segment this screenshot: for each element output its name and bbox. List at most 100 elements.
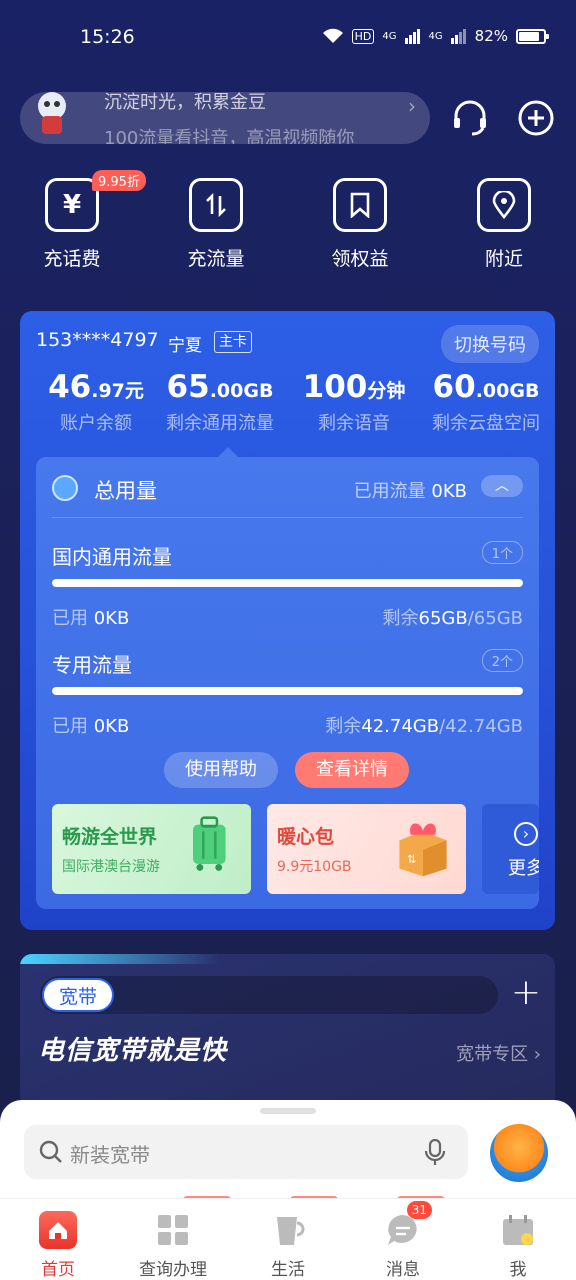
bottom-tab-bar: 首页 查询办理 生活 31 消息 我 — [0, 1198, 576, 1280]
cup-icon — [269, 1211, 307, 1249]
stat-label: 剩余通用流量 — [166, 413, 274, 434]
quick-label: 充话费 — [43, 248, 101, 270]
usage-notch — [218, 447, 238, 457]
usage-remain-row: 剩余65GB/65GB — [383, 604, 523, 630]
stat-label: 剩余语音 — [318, 413, 390, 434]
tab-label: 查询办理 — [139, 1260, 207, 1280]
used-label: 已用 — [52, 608, 88, 629]
broadband-link-label: 宽带专区 — [456, 1044, 529, 1065]
usage-progress-fill — [52, 687, 523, 695]
tab-me[interactable]: 我 — [468, 1211, 568, 1280]
promo-subtitle: 9.9元10GB — [277, 859, 352, 875]
banner-line-1: 沉淀时光，积累金豆 — [104, 92, 266, 113]
stat-label: 账户余额 — [60, 413, 132, 434]
usage-used-label: 已用流量 — [353, 481, 426, 502]
search-icon — [39, 1140, 62, 1163]
tab-label: 首页 — [41, 1260, 75, 1280]
usage-row-count[interactable]: 1个 — [481, 541, 523, 564]
stat-cloud[interactable]: 60.00GB 剩余云盘空间 — [424, 369, 548, 435]
promo-roaming[interactable]: 畅游全世界 国际港澳台漫游 — [52, 804, 251, 894]
add-circle-icon[interactable] — [516, 98, 556, 138]
chevron-right-icon: › — [408, 94, 416, 118]
stat-data[interactable]: 65.00GB 剩余通用流量 — [160, 369, 280, 435]
tab-label: 生活 — [271, 1260, 305, 1280]
stat-unit: .00GB — [209, 380, 274, 402]
quick-nearby[interactable]: 附近 — [454, 178, 554, 271]
sheet-drag-handle[interactable] — [260, 1108, 316, 1114]
usage-row-title: 国内通用流量 — [52, 545, 172, 569]
chevron-right-circle-icon: › — [514, 822, 538, 846]
promo-more-label: 更多 — [508, 858, 539, 879]
usage-title: 总用量 — [94, 479, 157, 503]
usage-used-row: 已用 0KB — [52, 604, 129, 630]
switch-number-button[interactable]: 切换号码 — [441, 325, 539, 363]
promo-more[interactable]: › 更多 — [482, 804, 539, 894]
battery-icon — [516, 28, 549, 44]
stat-unit: 分钟 — [367, 380, 406, 402]
svg-text:⇅: ⇅ — [407, 853, 417, 866]
usage-row-count[interactable]: 2个 — [481, 649, 523, 672]
tab-messages[interactable]: 31 消息 — [353, 1201, 453, 1280]
stat-balance[interactable]: 46.97元 账户余额 — [36, 369, 156, 435]
decor-stripe — [20, 954, 220, 964]
bookmark-icon — [333, 178, 387, 232]
quick-label: 领权益 — [331, 248, 389, 270]
tab-life[interactable]: 生活 — [238, 1211, 338, 1280]
message-icon: 31 — [384, 1201, 432, 1249]
broadband-title: 电信宽带就是快 — [38, 1036, 228, 1066]
remain-total: /42.74GB — [439, 716, 523, 737]
remain-total: /65GB — [467, 608, 523, 629]
broadband-tabs: 宽带 — [40, 976, 498, 1014]
stat-voice[interactable]: 100分钟 剩余语音 — [296, 369, 412, 435]
promo-subtitle: 国际港澳台漫游 — [62, 859, 160, 875]
usage-progress-bar — [52, 579, 523, 587]
used-value: 0KB — [93, 608, 130, 629]
quick-label: 充流量 — [187, 248, 245, 270]
stat-unit: .97元 — [91, 380, 144, 402]
region: 宁夏 — [168, 336, 202, 356]
tab-query[interactable]: 查询办理 — [123, 1211, 223, 1280]
broadband-zone-link[interactable]: 宽带专区 › — [456, 1040, 541, 1066]
tab-broadband[interactable]: 宽带 — [42, 978, 114, 1012]
home-icon — [39, 1211, 77, 1249]
add-icon[interactable]: + — [511, 972, 541, 1013]
search-placeholder: 新装宽带 — [70, 1143, 150, 1167]
location-pin-icon — [477, 178, 531, 232]
usage-used-value: 0KB — [431, 481, 467, 502]
quick-recharge-fee[interactable]: ¥ 充话费 9.95折 — [22, 170, 146, 271]
grid-icon — [154, 1211, 192, 1249]
promo-banner[interactable]: 沉淀时光，积累金豆 100流量看抖音，高温视频随你 › — [20, 92, 430, 144]
usage-help-button[interactable]: 使用帮助 — [164, 752, 278, 788]
assistant-avatar[interactable] — [490, 1124, 548, 1182]
divider — [52, 517, 523, 518]
usage-panel: 总用量 已用流量 0KB ︿ 国内通用流量 1个 已用 0KB 剩余65GB/6… — [36, 447, 539, 909]
search-input[interactable]: 新装宽带 — [24, 1125, 468, 1179]
message-count-badge: 31 — [406, 1201, 432, 1219]
tab-label: 我 — [509, 1260, 527, 1280]
remain-value: 65GB — [418, 608, 468, 629]
phone-number: 153****4797 — [36, 329, 159, 351]
status-time: 15:26 — [80, 26, 135, 48]
promo-title: 畅游全世界 — [62, 826, 158, 848]
quick-recharge-data[interactable]: 充流量 — [166, 178, 266, 271]
stat-value: 100 — [302, 369, 368, 405]
microphone-icon[interactable] — [422, 1138, 448, 1166]
wifi-icon — [322, 28, 343, 43]
stat-value: 65 — [166, 369, 210, 405]
mascot-icon — [38, 92, 66, 134]
quick-label: 附近 — [484, 248, 523, 270]
usage-progress-fill — [52, 579, 523, 587]
customer-service-icon[interactable] — [450, 98, 490, 138]
view-details-button[interactable]: 查看详情 — [295, 752, 409, 788]
promo-warm-pack[interactable]: 暖心包 9.9元10GB ⇅ — [267, 804, 466, 894]
used-label: 已用 — [52, 716, 88, 737]
signal-icon — [404, 29, 420, 44]
network-4g-label: 4G — [382, 30, 397, 42]
tab-home[interactable]: 首页 — [8, 1211, 108, 1280]
collapse-toggle-icon[interactable]: ︿ — [481, 475, 523, 497]
quick-benefits[interactable]: 领权益 — [310, 178, 410, 271]
stat-value: 46 — [48, 369, 92, 405]
usage-used-row: 已用 0KB — [52, 712, 129, 738]
stat-value: 60 — [432, 369, 476, 405]
battery-percent: 82% — [474, 27, 508, 45]
